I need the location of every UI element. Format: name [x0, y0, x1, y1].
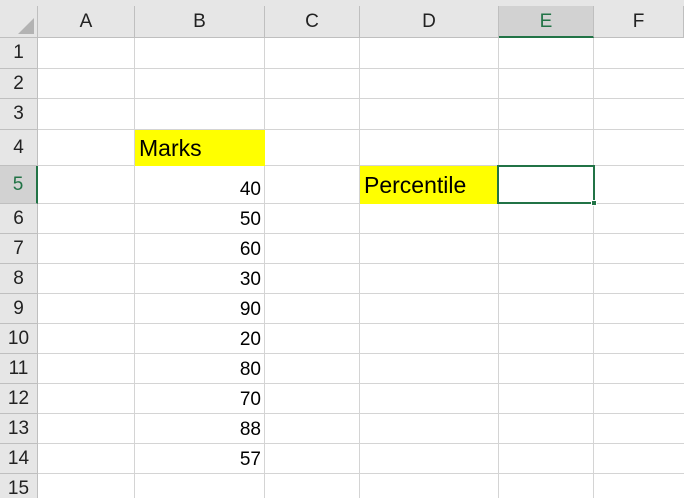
cell-b13[interactable]: 88 [135, 414, 265, 444]
cell-b9[interactable]: 90 [135, 294, 265, 324]
gridline [498, 38, 499, 498]
row-header-13[interactable]: 13 [0, 414, 38, 444]
row-header-7[interactable]: 7 [0, 234, 38, 264]
cell-b6[interactable]: 50 [135, 204, 265, 234]
row-header-10[interactable]: 10 [0, 324, 38, 354]
row-header-11[interactable]: 11 [0, 354, 38, 384]
gridline [593, 38, 594, 498]
cell-b10[interactable]: 20 [135, 324, 265, 354]
gridline [38, 68, 684, 69]
cell-b7[interactable]: 60 [135, 234, 265, 264]
row-header-1[interactable]: 1 [0, 38, 38, 69]
row-header-2[interactable]: 2 [0, 69, 38, 99]
gridline [359, 38, 360, 498]
row-header-5[interactable]: 5 [0, 166, 38, 204]
column-header-e[interactable]: E [499, 6, 594, 38]
gridline [38, 98, 684, 99]
select-all-button[interactable] [0, 6, 38, 38]
cell-b11[interactable]: 80 [135, 354, 265, 384]
row-header-4[interactable]: 4 [0, 130, 38, 166]
cell-b14[interactable]: 57 [135, 444, 265, 474]
row-header-12[interactable]: 12 [0, 384, 38, 414]
cell-d5-percentile-label[interactable]: Percentile [360, 166, 498, 204]
row-header-15[interactable]: 15 [0, 474, 38, 498]
spreadsheet-grid[interactable]: A B C D E F 1 2 3 4 5 6 7 8 9 10 11 12 1… [0, 0, 684, 498]
row-header-8[interactable]: 8 [0, 264, 38, 294]
cell-b4-marks-header[interactable]: Marks [135, 130, 265, 166]
select-all-triangle-icon [18, 18, 34, 34]
cell-b12[interactable]: 70 [135, 384, 265, 414]
column-header-b[interactable]: B [135, 6, 265, 38]
column-header-a[interactable]: A [38, 6, 135, 38]
column-header-c[interactable]: C [265, 6, 360, 38]
active-cell-e5[interactable] [497, 165, 595, 204]
column-header-d[interactable]: D [360, 6, 499, 38]
row-header-6[interactable]: 6 [0, 204, 38, 234]
fill-handle[interactable] [591, 200, 597, 206]
row-header-9[interactable]: 9 [0, 294, 38, 324]
column-header-f[interactable]: F [594, 6, 684, 38]
cell-b5[interactable]: 40 [135, 166, 265, 204]
cell-b8[interactable]: 30 [135, 264, 265, 294]
row-header-3[interactable]: 3 [0, 99, 38, 130]
row-header-14[interactable]: 14 [0, 444, 38, 474]
